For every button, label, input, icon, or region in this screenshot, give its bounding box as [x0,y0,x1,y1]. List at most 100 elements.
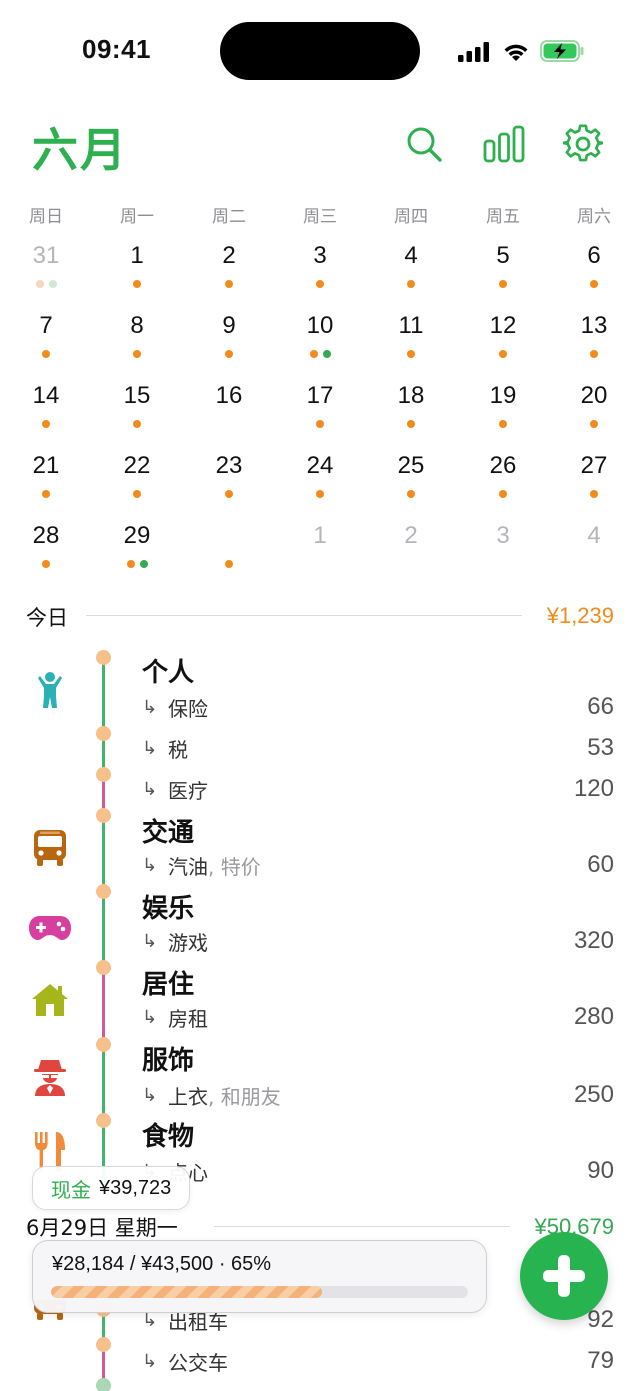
calendar-day[interactable]: 13 [564,310,624,366]
calendar-day[interactable]: 5 [473,240,533,296]
add-transaction-button[interactable] [520,1232,608,1320]
today-label: 今日 [26,606,68,630]
battery-charging-icon [540,40,584,62]
stats-button[interactable] [482,122,526,166]
transaction-amount: 320 [573,927,614,954]
calendar-day[interactable]: 10 [290,310,350,366]
calendar-day[interactable]: 2 [381,520,441,576]
transaction-name: 游戏 [168,930,208,955]
calendar-day[interactable]: 23 [199,450,259,506]
transaction-row[interactable]: ↳ 医疗 120 [142,774,614,804]
day-indicator-dot [590,280,598,288]
calendar-day[interactable]: 22 [107,450,167,506]
day-number: 28 [32,522,60,549]
day-indicator-dots [16,560,76,568]
calendar-day[interactable]: 29 [107,520,167,576]
calendar-day[interactable]: 3 [473,520,533,576]
subitem-arrow-icon: ↳ [142,1084,158,1106]
weekday-label: 周一 [120,207,154,227]
settings-button[interactable] [561,122,605,166]
calendar-day[interactable]: 28 [16,520,76,576]
calendar-day[interactable]: 7 [16,310,76,366]
transaction-amount: 250 [573,1081,614,1108]
calendar-day[interactable]: 3 [290,240,350,296]
transaction-row[interactable]: ↳ 上衣, 和朋友 250 [142,1080,614,1110]
day-indicator-dots [564,280,624,288]
calendar-day[interactable]: 21 [16,450,76,506]
subitem-arrow-icon: ↳ [142,696,158,718]
calendar-day[interactable]: 18 [381,380,441,436]
calendar-day[interactable]: 1 [107,240,167,296]
transaction-row[interactable]: ↳ 公交车 79 [142,1346,614,1376]
day-number: 25 [397,452,425,479]
day-indicator-dots [381,420,441,428]
budget-progress-bar [51,1286,468,1298]
search-button[interactable] [402,122,446,166]
search-icon [407,127,442,162]
transaction-row[interactable]: ↳点心90 [142,1156,614,1186]
day-indicator-dots [107,560,167,568]
calendar-day[interactable]: 2 [199,240,259,296]
transaction-row[interactable]: ↳ 游戏 320 [142,926,614,956]
calendar-day[interactable]: 15 [107,380,167,436]
calendar-day[interactable]: 27 [564,450,624,506]
budget-progress-fill [51,1286,323,1298]
calendar-day[interactable]: 4 [381,240,441,296]
day-number: 22 [123,452,151,479]
day-number: 1 [130,242,144,269]
day-indicator-dot [499,280,507,288]
category-icon-clothing [26,1052,74,1100]
calendar-day[interactable]: 24 [290,450,350,506]
transaction-name: 税 [168,737,188,762]
transaction-note: , 特价 [208,854,261,879]
calendar-day[interactable]: 16 [199,380,259,436]
calendar-day[interactable]: 20 [564,380,624,436]
day-indicator-dot [407,350,415,358]
day-indicator-dot [316,420,324,428]
calendar-day[interactable]: 1 [290,520,350,576]
day-number: 27 [580,452,608,479]
calendar-day[interactable]: 31 [16,240,76,296]
day-indicator-dots [199,280,259,288]
day-indicator-dot [225,490,233,498]
day-number: 11 [398,312,424,339]
category-icon-personal [26,666,74,714]
day-indicator-dots [473,350,533,358]
calendar-day[interactable]: 8 [107,310,167,366]
calendar-day[interactable]: 11 [381,310,441,366]
day-indicator-dot [316,490,324,498]
day-number: 18 [397,382,425,409]
calendar-day[interactable]: 25 [381,450,441,506]
day-indicator-dot [322,350,331,358]
calendar-day[interactable]: 17 [290,380,350,436]
day-indicator-dot [139,560,148,568]
budget-card[interactable]: ¥28,184 / ¥43,500 · 65% [32,1240,487,1313]
day-number: 3 [496,522,510,549]
calendar-day[interactable]: 6 [564,240,624,296]
day-indicator-dots [381,280,441,288]
transaction-row[interactable]: ↳ 汽油, 特价 60 [142,850,614,880]
day-indicator-dot [42,350,50,358]
timeline-node [96,650,111,665]
calendar-day[interactable]: 19 [473,380,533,436]
calendar-day[interactable]: 9 [199,310,259,366]
calendar-day[interactable]: 14 [16,380,76,436]
transaction-row[interactable]: ↳ 保险 66 [142,692,614,722]
transaction-note: , 和朋友 [208,1084,281,1109]
timeline-line [102,890,105,968]
transaction-row[interactable]: ↳ 税 53 [142,733,614,763]
calendar-day-selected[interactable]: 30 [199,513,259,576]
plus-icon [543,1255,585,1297]
status-icons [458,38,530,66]
day-number: 19 [489,382,517,409]
transaction-row[interactable]: ↳ 房租 280 [142,1002,614,1032]
day-number: 9 [222,312,236,339]
day-indicator-dot [42,420,50,428]
date-header: 6月29日 星期一 [26,1216,178,1240]
calendar-day[interactable]: 26 [473,450,533,506]
calendar-day[interactable]: 12 [473,310,533,366]
cash-balance-pill[interactable]: 现金 ¥39,723 [32,1166,191,1210]
house-icon [32,984,68,1016]
day-number: 1 [313,522,327,549]
calendar-day[interactable]: 4 [564,520,624,576]
